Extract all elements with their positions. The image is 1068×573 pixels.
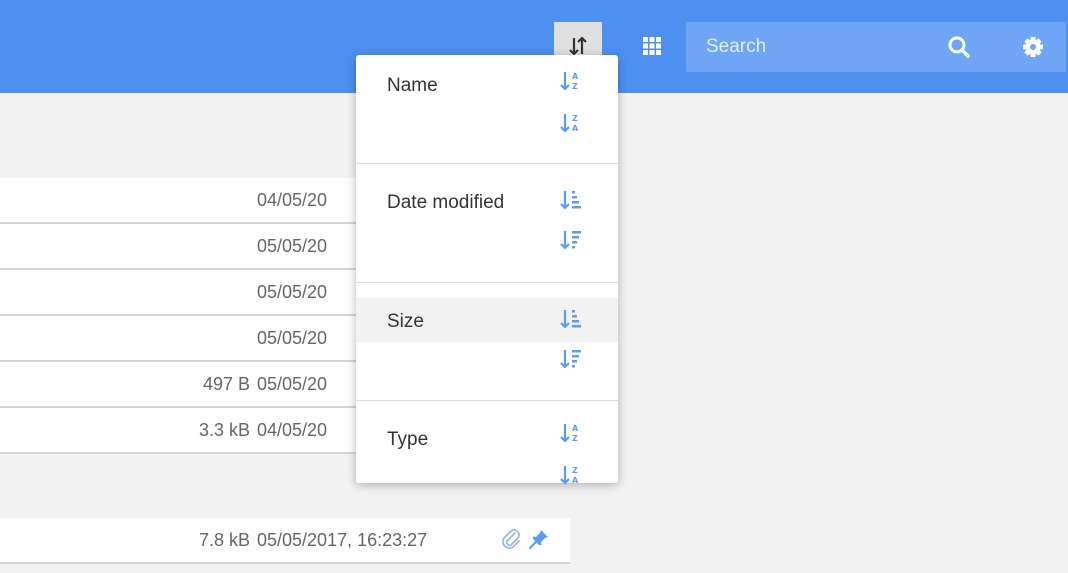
sort-option-label: Name: [387, 75, 438, 96]
search-box: [686, 22, 1066, 72]
pin-icon[interactable]: [528, 528, 550, 550]
sort-amount-desc-icon[interactable]: [559, 228, 581, 252]
sort-option-label: Type: [387, 429, 429, 450]
sort-option-label: Size: [387, 311, 424, 332]
svg-text:A: A: [572, 476, 579, 485]
file-modified: 04/05/20: [257, 190, 328, 210]
sort-option-label: Date modified: [387, 192, 505, 213]
svg-text:A: A: [572, 124, 579, 133]
svg-text:Z: Z: [572, 82, 578, 91]
svg-text:A: A: [572, 424, 579, 433]
sort-alpha-desc-icon[interactable]: Z A: [559, 463, 581, 487]
sort-arrows-icon: [569, 36, 587, 56]
file-row[interactable]: 7.8 kB 05/05/2017, 16:23:27: [0, 518, 570, 564]
menu-divider: [356, 282, 618, 283]
sort-amount-desc-icon[interactable]: [559, 347, 581, 371]
file-modified: 04/05/20: [257, 420, 328, 440]
svg-text:Z: Z: [572, 434, 578, 443]
file-modified: 05/05/20: [257, 374, 328, 394]
file-modified: 05/05/2017, 16:23:27: [257, 530, 428, 550]
search-input[interactable]: [686, 22, 926, 72]
sort-alpha-asc-icon[interactable]: A Z: [559, 421, 581, 445]
grid-view-icon: [643, 37, 661, 55]
file-modified: 05/05/20: [257, 282, 328, 302]
sort-menu: Name A Z Z A Date modified Size Type A Z…: [356, 55, 618, 485]
menu-divider: [356, 163, 618, 164]
svg-text:A: A: [572, 72, 579, 81]
svg-text:Z: Z: [572, 114, 578, 123]
svg-text:Z: Z: [572, 466, 578, 475]
file-size: 497 B: [202, 374, 250, 394]
file-size: 3.3 kB: [198, 420, 250, 440]
file-row-actions: [500, 528, 550, 552]
grid-view-button[interactable]: [628, 22, 676, 70]
gear-icon[interactable]: [1020, 34, 1046, 60]
file-size: 7.8 kB: [198, 530, 250, 550]
search-icon[interactable]: [946, 34, 972, 60]
sort-alpha-asc-icon[interactable]: A Z: [559, 69, 581, 93]
file-modified: 05/05/20: [257, 328, 328, 348]
paperclip-icon[interactable]: [500, 528, 522, 550]
menu-divider: [356, 400, 618, 401]
sort-amount-asc-icon[interactable]: [559, 307, 581, 331]
file-modified: 05/05/20: [257, 236, 328, 256]
sort-amount-asc-icon[interactable]: [559, 188, 581, 212]
sort-alpha-desc-icon[interactable]: Z A: [559, 111, 581, 135]
